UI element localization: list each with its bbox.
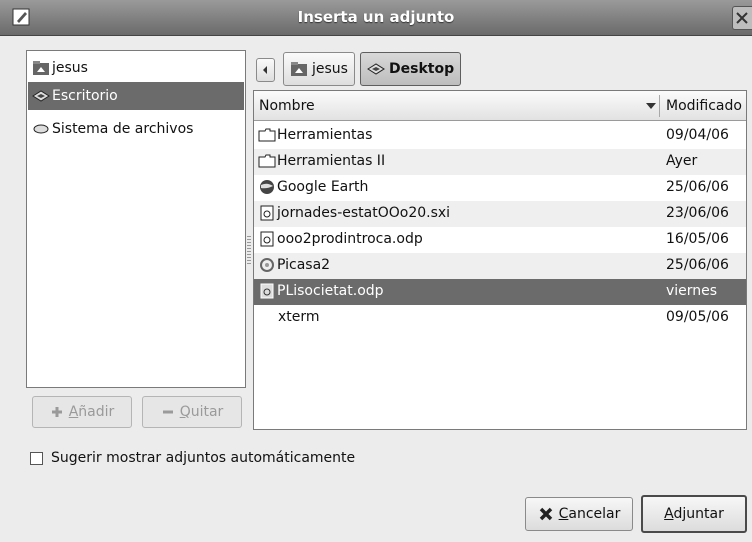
file-row-selected[interactable]: PLisocietat.odp viernes — [254, 279, 746, 305]
file-name: PLisocietat.odp — [277, 283, 384, 299]
file-row[interactable]: Picasa2 25/06/06 — [254, 253, 746, 279]
suggest-attachments-option[interactable]: Sugerir mostrar adjuntos automáticamente — [30, 450, 355, 466]
window-title: Inserta un adjunto — [297, 8, 455, 26]
home-folder-icon — [291, 62, 307, 76]
remove-bookmark-button[interactable]: Quitar — [142, 396, 242, 428]
file-date: viernes — [666, 283, 718, 299]
places-sidebar: jesus Escritorio Sistema de archivos — [26, 50, 246, 388]
globe-icon — [260, 180, 274, 194]
file-date: 09/04/06 — [666, 127, 729, 143]
add-bookmark-button[interactable]: Añadir — [32, 396, 132, 428]
file-date: 16/05/06 — [666, 231, 729, 247]
close-button[interactable] — [732, 6, 752, 30]
attach-label: djuntar — [673, 506, 724, 522]
file-list: Nombre Modificado Herramientas 09/04/06 … — [253, 90, 747, 430]
presentation-icon — [260, 283, 274, 299]
places-item-filesystem[interactable]: Sistema de archivos — [28, 115, 244, 143]
file-row[interactable]: Herramientas II Ayer — [254, 149, 746, 175]
cancel-mnemonic: C — [558, 506, 569, 522]
crumb-label: Desktop — [389, 61, 455, 77]
file-name: Herramientas — [277, 127, 373, 143]
file-name: Picasa2 — [277, 257, 331, 273]
home-folder-icon — [33, 61, 49, 75]
remove-mnemonic: Q — [179, 404, 191, 420]
remove-label: uitar — [190, 404, 224, 420]
file-name: Google Earth — [277, 179, 369, 195]
column-header-modified[interactable]: Modificado — [666, 98, 742, 114]
file-list-header: Nombre Modificado — [254, 91, 746, 121]
chevron-left-icon — [263, 66, 267, 74]
drive-icon — [33, 124, 49, 134]
pane-resize-handle[interactable] — [247, 236, 251, 264]
desktop-icon — [32, 90, 50, 102]
add-label: ñadir — [78, 404, 115, 420]
file-date: 23/06/06 — [666, 205, 729, 221]
file-date: 25/06/06 — [666, 179, 729, 195]
folder-icon — [258, 128, 276, 142]
file-row[interactable]: jornades-estatOOo20.sxi 23/06/06 — [254, 201, 746, 227]
title-bar: Inserta un adjunto — [0, 0, 752, 36]
places-item-label: jesus — [52, 60, 88, 76]
file-date: 09/05/06 — [666, 309, 729, 325]
places-item-jesus[interactable]: jesus — [28, 54, 244, 82]
file-name: Herramientas II — [277, 153, 386, 169]
file-row[interactable]: Google Earth 25/06/06 — [254, 175, 746, 201]
add-mnemonic: A — [68, 404, 79, 420]
file-row[interactable]: Herramientas 09/04/06 — [254, 123, 746, 149]
sort-descending-icon — [646, 103, 656, 109]
attach-button[interactable]: Adjuntar — [641, 495, 747, 533]
file-name: jornades-estatOOo20.sxi — [277, 205, 451, 221]
file-name: xterm — [278, 309, 320, 325]
path-back-button[interactable] — [256, 58, 275, 82]
presentation-icon — [260, 205, 274, 221]
suggest-attachments-checkbox[interactable] — [30, 451, 43, 465]
presentation-icon — [260, 231, 274, 247]
file-name: ooo2prodintroca.odp — [277, 231, 423, 247]
places-item-escritorio[interactable]: Escritorio — [28, 82, 244, 110]
places-item-label: Sistema de archivos — [52, 121, 194, 137]
file-row[interactable]: ooo2prodintroca.odp 16/05/06 — [254, 227, 746, 253]
file-date: 25/06/06 — [666, 257, 729, 273]
file-date: Ayer — [666, 153, 698, 169]
path-crumb-jesus[interactable]: jesus — [283, 52, 355, 86]
desktop-icon — [367, 63, 385, 75]
places-item-label: Escritorio — [52, 88, 118, 104]
folder-icon — [258, 154, 276, 168]
picasa-icon — [260, 258, 274, 272]
suggest-attachments-label: Sugerir mostrar adjuntos automáticamente — [51, 450, 356, 466]
cancel-button[interactable]: Cancelar — [525, 497, 633, 531]
crumb-label: jesus — [312, 61, 348, 77]
add-icon — [51, 407, 62, 417]
remove-icon — [162, 410, 173, 414]
path-crumb-desktop[interactable]: Desktop — [360, 52, 462, 86]
close-icon — [736, 12, 748, 24]
cancel-label: ancelar — [568, 506, 621, 522]
cancel-x-icon — [539, 507, 552, 521]
file-row[interactable]: xterm 09/05/06 — [254, 305, 746, 331]
column-separator[interactable] — [659, 95, 660, 117]
column-header-name[interactable]: Nombre — [259, 98, 315, 114]
